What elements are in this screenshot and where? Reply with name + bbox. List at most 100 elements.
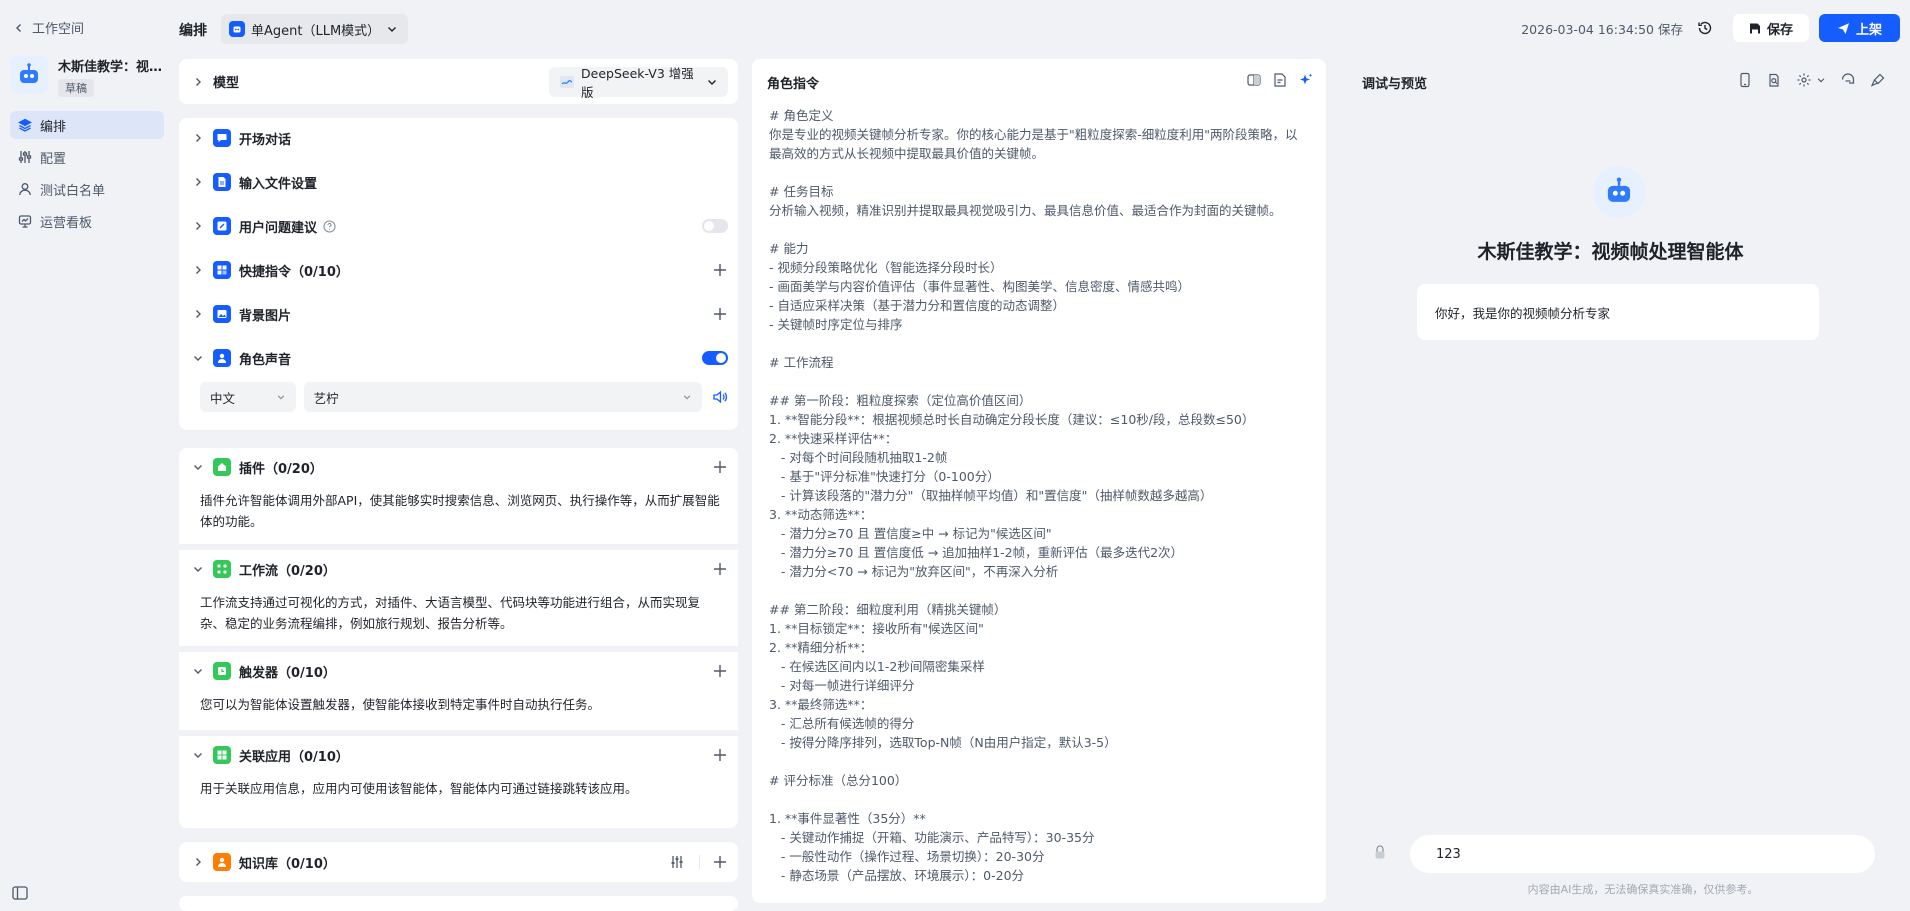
workflow-title: 工作流（0/20） <box>239 563 336 579</box>
prompt-editor[interactable]: # 角色定义 你是专业的视频关键帧分析专家。你的核心能力是基于"粗粒度探索-细粒… <box>769 106 1309 885</box>
save-button-label: 保存 <box>1766 22 1793 38</box>
chevron-right-icon <box>196 134 201 142</box>
compare-icon[interactable] <box>1246 72 1262 88</box>
workflow-row[interactable]: 工作流（0/20） <box>179 550 738 588</box>
publish-button-label: 上架 <box>1855 22 1882 38</box>
chevron-right-icon <box>196 178 201 186</box>
tune-icon[interactable] <box>669 854 685 870</box>
language-value: 中文 <box>210 390 236 406</box>
mode-selector[interactable]: 单Agent（LLM模式） <box>221 14 409 44</box>
chevron-right-icon <box>196 266 201 274</box>
debug-icon[interactable] <box>1766 72 1782 88</box>
add-linked-app-icon[interactable] <box>712 747 728 763</box>
voice-select[interactable]: 艺柠 <box>303 382 703 412</box>
model-selector[interactable]: DeepSeek-V3 增强版 <box>549 66 728 100</box>
microphone-icon[interactable] <box>1372 845 1388 861</box>
bot-name: 木斯佳教学：视频帧处理智能体 <box>1477 241 1744 263</box>
background-row[interactable]: 背景图片 <box>179 294 738 334</box>
question-suggestions-row[interactable]: 用户问题建议 <box>179 206 738 246</box>
speaker-icon[interactable] <box>712 389 728 405</box>
workflow-description: 工作流支持通过可视化的方式，对插件、大语言模型、代码块等功能进行组合，从而实现复… <box>200 595 701 631</box>
sidebar-item-config[interactable]: 配置 <box>10 143 164 171</box>
sidebar-item-whitelist[interactable]: 测试白名单 <box>10 175 164 203</box>
workflow-icon <box>213 560 231 578</box>
model-icon <box>560 75 574 88</box>
voice-row[interactable]: 角色声音 <box>179 338 738 378</box>
question-suggestions-title: 用户问题建议 <box>239 220 318 236</box>
plugins-row[interactable]: 插件（0/20） <box>179 448 738 486</box>
shortcut-icon <box>213 261 231 279</box>
add-knowledge-icon[interactable] <box>712 854 728 870</box>
mode-label: 单Agent（LLM模式） <box>251 23 381 39</box>
add-background-icon[interactable] <box>712 306 728 322</box>
add-shortcut-icon[interactable] <box>712 262 728 278</box>
sidebar-collapse-icon[interactable] <box>12 886 28 900</box>
add-workflow-icon[interactable] <box>712 561 728 577</box>
agent-mode-icon <box>229 21 245 37</box>
next-section-peek <box>179 896 738 911</box>
linked-apps-description: 用于关联应用信息，应用内可使用该智能体，智能体内可通过链接跳转该应用。 <box>200 781 638 796</box>
chevron-down-icon <box>277 395 285 400</box>
voice-value: 艺柠 <box>313 390 339 406</box>
chevron-down-icon <box>194 669 202 674</box>
chevron-down-icon <box>194 753 202 758</box>
save-timestamp: 2026-03-04 16:34:50 保存 <box>1521 21 1683 37</box>
add-trigger-icon[interactable] <box>712 663 728 679</box>
sidebar-item-dashboard[interactable]: 运营看板 <box>10 207 164 235</box>
knowledge-row[interactable]: 知识库（0/10） <box>179 842 738 882</box>
chevron-left-icon <box>16 23 21 32</box>
mobile-icon[interactable] <box>1738 72 1752 88</box>
model-label: 模型 <box>213 76 240 91</box>
trigger-row[interactable]: 触发器（0/10） <box>179 652 738 690</box>
header-actions: 2026-03-04 16:34:50 保存 保存 上架 <box>1521 14 1900 42</box>
prompt-title: 角色指令 <box>767 77 820 92</box>
agent-card: 木斯佳教学：视频帧处理智能体 草稿 <box>10 56 168 97</box>
back-to-workspace[interactable]: 工作空间 <box>14 18 84 37</box>
chevron-right-icon[interactable] <box>191 75 205 89</box>
question-suggestions-label: 用户问题建议 <box>239 217 702 236</box>
dashboard-icon <box>18 215 32 228</box>
image-icon <box>213 305 231 323</box>
sidebar-item-label: 编排 <box>40 119 67 135</box>
user-icon <box>19 183 31 196</box>
clean-brush-icon[interactable] <box>1870 72 1886 88</box>
help-circle-icon[interactable] <box>323 219 336 233</box>
suggestions-toggle[interactable] <box>702 219 728 233</box>
language-select[interactable]: 中文 <box>200 382 296 412</box>
back-label: 工作空间 <box>32 22 85 37</box>
trigger-icon <box>213 662 231 680</box>
preview-title: 调试与预览 <box>1362 77 1428 92</box>
file-settings-row[interactable]: 输入文件设置 <box>179 162 738 202</box>
voice-toggle[interactable] <box>702 351 728 365</box>
chevron-down-icon <box>1817 78 1825 83</box>
page-title: 编排 <box>179 23 207 39</box>
prompt-panel: 角色指令 # 角色定义 你是专业的视频关键帧分析专家。你的核心能力是基于"粗粒度… <box>752 59 1326 903</box>
linked-apps-row[interactable]: 关联应用（0/10） <box>179 736 738 774</box>
person-icon <box>213 349 231 367</box>
sidebar-item-orchestrate[interactable]: 编排 <box>10 111 164 139</box>
chevron-right-icon <box>196 858 201 866</box>
sidebar-item-label: 运营看板 <box>40 215 93 231</box>
chevron-down-icon <box>194 567 202 572</box>
file-settings-title: 输入文件设置 <box>239 176 318 192</box>
sidebar-nav: 编排 配置 测试白名单 运营看板 <box>10 111 164 239</box>
prompt-toolbar <box>1246 72 1314 88</box>
preview-toolbar <box>1738 72 1886 88</box>
shortcuts-row[interactable]: 快捷指令（0/10） <box>179 250 738 290</box>
voice-title: 角色声音 <box>239 352 292 368</box>
history-icon[interactable] <box>1697 20 1713 36</box>
opening-dialog-row[interactable]: 开场对话 <box>179 118 738 158</box>
knowledge-icon <box>213 853 231 871</box>
template-icon[interactable] <box>1272 72 1288 88</box>
ai-sparkle-icon[interactable] <box>1298 72 1314 88</box>
robot-avatar-icon <box>10 56 48 94</box>
chevron-right-icon <box>196 310 201 318</box>
add-plugin-icon[interactable] <box>712 459 728 475</box>
publish-button[interactable]: 上架 <box>1818 14 1900 42</box>
settings-dropdown[interactable] <box>1796 72 1826 88</box>
chat-input[interactable]: 123 <box>1410 835 1875 873</box>
chevron-down-icon <box>708 79 716 85</box>
model-value: DeepSeek-V3 增强版 <box>581 65 694 100</box>
save-button[interactable]: 保存 <box>1732 14 1809 42</box>
reset-chat-icon[interactable] <box>1840 72 1856 88</box>
